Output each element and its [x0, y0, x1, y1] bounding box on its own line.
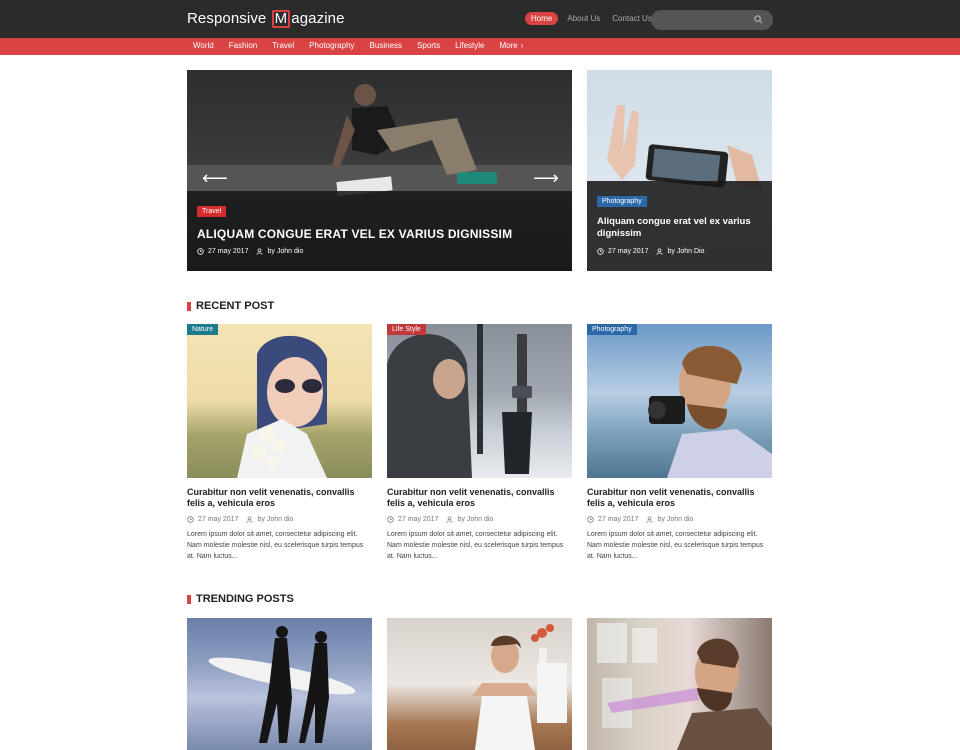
category-nav: World Fashion Travel Photography Busines…	[193, 41, 538, 50]
logo-text-end: agazine	[291, 10, 345, 27]
recent-post-excerpt-2: Lorem ipsum dolor sit amet, consectetur …	[387, 531, 564, 560]
hero-main-author: by John dio	[267, 248, 304, 255]
top-nav: Home About Us Contact Us	[525, 12, 655, 25]
category-travel[interactable]: Travel	[272, 41, 294, 50]
nav-home[interactable]: Home	[525, 12, 559, 25]
recent-post-image-2[interactable]: Life Style	[387, 324, 572, 478]
recent-post-image-3[interactable]: Photography	[587, 324, 772, 478]
trending-post-image-1[interactable]	[187, 618, 372, 750]
nav-about-us[interactable]: About Us	[564, 12, 603, 25]
hero-side-author: by John Dio	[667, 248, 705, 255]
recent-post-heading-text: RECENT POST	[196, 300, 275, 312]
recent-post-photo-1	[237, 335, 327, 478]
recent-post-photo-2	[387, 324, 532, 478]
recent-post-card-1[interactable]: Nature Curabitur non velit venenatis, co…	[187, 324, 372, 562]
hero-main-title[interactable]: ALIQUAM CONGUE ERAT VEL EX VARIUS DIGNIS…	[197, 227, 512, 241]
trending-posts-heading: TRENDING POSTS	[187, 593, 294, 605]
category-more-label: More	[499, 41, 518, 50]
category-more[interactable]: More ›	[499, 41, 523, 50]
recent-post-tag-1[interactable]: Nature	[187, 324, 219, 335]
category-fashion[interactable]: Fashion	[229, 41, 257, 50]
hero-main-caption: Travel ALIQUAM CONGUE ERAT VEL EX VARIUS…	[187, 191, 572, 271]
recent-post-meta-2: 27 may 2017 by John dio	[387, 516, 572, 523]
clock-icon	[387, 516, 394, 523]
arrow-left-icon[interactable]: ⟵	[202, 169, 228, 187]
hero-side-title[interactable]: Aliquam congue erat vel ex varius dignis…	[597, 216, 765, 240]
user-icon	[657, 248, 663, 255]
hero-main-post[interactable]: ⟵ ⟶ Travel ALIQUAM CONGUE ERAT VEL EX VA…	[187, 70, 572, 271]
section-accent-bar	[187, 301, 191, 311]
recent-post-image-1[interactable]: Nature	[187, 324, 372, 478]
category-world[interactable]: World	[193, 41, 214, 50]
trending-post-photo-2	[472, 624, 567, 750]
recent-post-title-3[interactable]: Curabitur non velit venenatis, convallis…	[587, 487, 772, 509]
arrow-right-icon[interactable]: ⟶	[533, 169, 559, 187]
hero-main-meta: 27 may 2017 by John dio	[197, 248, 303, 255]
recent-post-author-1: by John dio	[257, 516, 294, 523]
recent-post-photo-3	[648, 345, 772, 478]
trending-post-photo-3	[597, 623, 772, 750]
section-accent-bar	[187, 594, 191, 604]
hero-main-date: 27 may 2017	[208, 248, 249, 255]
user-icon	[257, 248, 263, 255]
recent-post-meta-1: 27 may 2017 by John dio	[187, 516, 372, 523]
recent-post-heading: RECENT POST	[187, 300, 274, 312]
category-bar: World Fashion Travel Photography Busines…	[0, 38, 960, 55]
clock-icon	[597, 248, 604, 255]
recent-post-author-3: by John dio	[657, 516, 694, 523]
trending-posts-heading-text: TRENDING POSTS	[196, 593, 294, 605]
trending-post-image-2[interactable]	[387, 618, 572, 750]
nav-contact-us[interactable]: Contact Us	[609, 12, 655, 25]
site-header: Responsive Magazine Home About Us Contac…	[0, 0, 960, 38]
user-icon	[647, 516, 653, 523]
recent-post-meta-3: 27 may 2017 by John dio	[587, 516, 772, 523]
category-sports[interactable]: Sports	[417, 41, 440, 50]
recent-post-author-2: by John dio	[457, 516, 494, 523]
hero-main-tag[interactable]: Travel	[197, 206, 227, 217]
trending-post-image-3[interactable]	[587, 618, 772, 750]
user-icon	[447, 516, 453, 523]
user-icon	[247, 516, 253, 523]
clock-icon	[197, 248, 204, 255]
recent-post-tag-2[interactable]: Life Style	[387, 324, 426, 335]
recent-post-excerpt-1: Lorem ipsum dolor sit amet, consectetur …	[187, 531, 364, 560]
hero-side-caption: Photography Aliquam congue erat vel ex v…	[587, 181, 772, 271]
recent-post-excerpt-3: Lorem ipsum dolor sit amet, consectetur …	[587, 531, 764, 560]
recent-post-card-2[interactable]: Life Style Curabitur non velit venenatis…	[387, 324, 572, 562]
chevron-right-icon: ›	[520, 41, 524, 50]
hero-side-meta: 27 may 2017 by John Dio	[597, 248, 704, 255]
clock-icon	[587, 516, 594, 523]
trending-post-photo-1	[208, 626, 356, 743]
recent-post-title-2[interactable]: Curabitur non velit venenatis, convallis…	[387, 487, 572, 509]
hero-side-tag[interactable]: Photography	[597, 196, 647, 207]
recent-post-date-1: 27 may 2017	[198, 516, 239, 523]
category-lifestyle[interactable]: Lifestyle	[455, 41, 484, 50]
recent-post-date-2: 27 may 2017	[398, 516, 439, 523]
logo-text-start: Responsive	[187, 10, 271, 27]
hero-side-date: 27 may 2017	[608, 248, 649, 255]
search-icon[interactable]	[754, 15, 763, 24]
site-logo[interactable]: Responsive Magazine	[187, 10, 345, 28]
recent-post-card-3[interactable]: Photography Curabitur non velit venenati…	[587, 324, 772, 562]
logo-m-mark: M	[271, 10, 291, 28]
recent-post-title-1[interactable]: Curabitur non velit venenatis, convallis…	[187, 487, 372, 509]
recent-post-tag-3[interactable]: Photography	[587, 324, 637, 335]
hero-side-post[interactable]: Photography Aliquam congue erat vel ex v…	[587, 70, 772, 271]
clock-icon	[187, 516, 194, 523]
category-photography[interactable]: Photography	[309, 41, 354, 50]
category-business[interactable]: Business	[370, 41, 402, 50]
recent-post-date-3: 27 may 2017	[598, 516, 639, 523]
